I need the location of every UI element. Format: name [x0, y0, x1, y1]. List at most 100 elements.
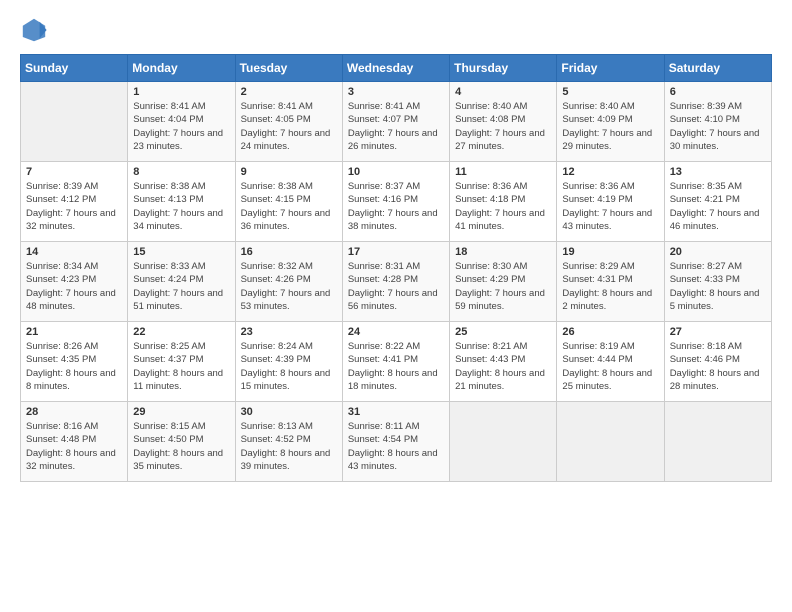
header-monday: Monday	[128, 55, 235, 82]
header-sunday: Sunday	[21, 55, 128, 82]
calendar-table: SundayMondayTuesdayWednesdayThursdayFrid…	[20, 54, 772, 482]
calendar-cell: 5 Sunrise: 8:40 AMSunset: 4:09 PMDayligh…	[557, 82, 664, 162]
header-friday: Friday	[557, 55, 664, 82]
logo	[20, 16, 52, 44]
calendar-cell: 8 Sunrise: 8:38 AMSunset: 4:13 PMDayligh…	[128, 162, 235, 242]
calendar-cell: 21 Sunrise: 8:26 AMSunset: 4:35 PMDaylig…	[21, 322, 128, 402]
calendar-cell: 28 Sunrise: 8:16 AMSunset: 4:48 PMDaylig…	[21, 402, 128, 482]
day-info: Sunrise: 8:33 AMSunset: 4:24 PMDaylight:…	[133, 260, 229, 313]
day-number: 4	[455, 86, 551, 98]
day-info: Sunrise: 8:30 AMSunset: 4:29 PMDaylight:…	[455, 260, 551, 313]
calendar-cell: 16 Sunrise: 8:32 AMSunset: 4:26 PMDaylig…	[235, 242, 342, 322]
day-number: 31	[348, 406, 444, 418]
day-number: 17	[348, 246, 444, 258]
calendar-cell: 7 Sunrise: 8:39 AMSunset: 4:12 PMDayligh…	[21, 162, 128, 242]
day-info: Sunrise: 8:21 AMSunset: 4:43 PMDaylight:…	[455, 340, 551, 393]
calendar-cell: 15 Sunrise: 8:33 AMSunset: 4:24 PMDaylig…	[128, 242, 235, 322]
day-info: Sunrise: 8:38 AMSunset: 4:13 PMDaylight:…	[133, 180, 229, 233]
day-info: Sunrise: 8:19 AMSunset: 4:44 PMDaylight:…	[562, 340, 658, 393]
day-info: Sunrise: 8:34 AMSunset: 4:23 PMDaylight:…	[26, 260, 122, 313]
header-thursday: Thursday	[450, 55, 557, 82]
day-number: 24	[348, 326, 444, 338]
day-info: Sunrise: 8:39 AMSunset: 4:10 PMDaylight:…	[670, 100, 766, 153]
day-info: Sunrise: 8:18 AMSunset: 4:46 PMDaylight:…	[670, 340, 766, 393]
day-number: 20	[670, 246, 766, 258]
calendar-cell: 23 Sunrise: 8:24 AMSunset: 4:39 PMDaylig…	[235, 322, 342, 402]
calendar-cell: 13 Sunrise: 8:35 AMSunset: 4:21 PMDaylig…	[664, 162, 771, 242]
day-number: 21	[26, 326, 122, 338]
calendar-week-4: 28 Sunrise: 8:16 AMSunset: 4:48 PMDaylig…	[21, 402, 772, 482]
calendar-cell: 6 Sunrise: 8:39 AMSunset: 4:10 PMDayligh…	[664, 82, 771, 162]
day-info: Sunrise: 8:36 AMSunset: 4:18 PMDaylight:…	[455, 180, 551, 233]
calendar-cell: 17 Sunrise: 8:31 AMSunset: 4:28 PMDaylig…	[342, 242, 449, 322]
day-number: 8	[133, 166, 229, 178]
calendar-cell	[21, 82, 128, 162]
day-number: 11	[455, 166, 551, 178]
header-wednesday: Wednesday	[342, 55, 449, 82]
day-number: 12	[562, 166, 658, 178]
calendar-cell: 29 Sunrise: 8:15 AMSunset: 4:50 PMDaylig…	[128, 402, 235, 482]
calendar-cell: 2 Sunrise: 8:41 AMSunset: 4:05 PMDayligh…	[235, 82, 342, 162]
calendar-cell: 10 Sunrise: 8:37 AMSunset: 4:16 PMDaylig…	[342, 162, 449, 242]
calendar-cell: 24 Sunrise: 8:22 AMSunset: 4:41 PMDaylig…	[342, 322, 449, 402]
day-number: 13	[670, 166, 766, 178]
day-info: Sunrise: 8:41 AMSunset: 4:04 PMDaylight:…	[133, 100, 229, 153]
day-number: 28	[26, 406, 122, 418]
calendar-cell	[557, 402, 664, 482]
day-info: Sunrise: 8:32 AMSunset: 4:26 PMDaylight:…	[241, 260, 337, 313]
calendar-week-2: 14 Sunrise: 8:34 AMSunset: 4:23 PMDaylig…	[21, 242, 772, 322]
calendar-cell: 18 Sunrise: 8:30 AMSunset: 4:29 PMDaylig…	[450, 242, 557, 322]
day-info: Sunrise: 8:27 AMSunset: 4:33 PMDaylight:…	[670, 260, 766, 313]
day-info: Sunrise: 8:31 AMSunset: 4:28 PMDaylight:…	[348, 260, 444, 313]
day-number: 22	[133, 326, 229, 338]
day-info: Sunrise: 8:40 AMSunset: 4:09 PMDaylight:…	[562, 100, 658, 153]
day-info: Sunrise: 8:36 AMSunset: 4:19 PMDaylight:…	[562, 180, 658, 233]
calendar-cell	[664, 402, 771, 482]
calendar-cell: 11 Sunrise: 8:36 AMSunset: 4:18 PMDaylig…	[450, 162, 557, 242]
calendar-cell: 26 Sunrise: 8:19 AMSunset: 4:44 PMDaylig…	[557, 322, 664, 402]
day-number: 23	[241, 326, 337, 338]
calendar-cell: 27 Sunrise: 8:18 AMSunset: 4:46 PMDaylig…	[664, 322, 771, 402]
day-number: 29	[133, 406, 229, 418]
day-info: Sunrise: 8:11 AMSunset: 4:54 PMDaylight:…	[348, 420, 444, 473]
day-info: Sunrise: 8:26 AMSunset: 4:35 PMDaylight:…	[26, 340, 122, 393]
day-number: 16	[241, 246, 337, 258]
calendar-cell: 4 Sunrise: 8:40 AMSunset: 4:08 PMDayligh…	[450, 82, 557, 162]
day-info: Sunrise: 8:39 AMSunset: 4:12 PMDaylight:…	[26, 180, 122, 233]
day-number: 25	[455, 326, 551, 338]
calendar-week-1: 7 Sunrise: 8:39 AMSunset: 4:12 PMDayligh…	[21, 162, 772, 242]
day-number: 9	[241, 166, 337, 178]
calendar-week-0: 1 Sunrise: 8:41 AMSunset: 4:04 PMDayligh…	[21, 82, 772, 162]
calendar-cell: 19 Sunrise: 8:29 AMSunset: 4:31 PMDaylig…	[557, 242, 664, 322]
day-number: 2	[241, 86, 337, 98]
calendar-cell: 25 Sunrise: 8:21 AMSunset: 4:43 PMDaylig…	[450, 322, 557, 402]
calendar-cell: 30 Sunrise: 8:13 AMSunset: 4:52 PMDaylig…	[235, 402, 342, 482]
day-info: Sunrise: 8:41 AMSunset: 4:05 PMDaylight:…	[241, 100, 337, 153]
day-number: 6	[670, 86, 766, 98]
day-info: Sunrise: 8:41 AMSunset: 4:07 PMDaylight:…	[348, 100, 444, 153]
day-info: Sunrise: 8:16 AMSunset: 4:48 PMDaylight:…	[26, 420, 122, 473]
day-number: 10	[348, 166, 444, 178]
day-number: 27	[670, 326, 766, 338]
header-tuesday: Tuesday	[235, 55, 342, 82]
day-number: 18	[455, 246, 551, 258]
calendar-cell: 12 Sunrise: 8:36 AMSunset: 4:19 PMDaylig…	[557, 162, 664, 242]
calendar-cell: 1 Sunrise: 8:41 AMSunset: 4:04 PMDayligh…	[128, 82, 235, 162]
day-info: Sunrise: 8:38 AMSunset: 4:15 PMDaylight:…	[241, 180, 337, 233]
day-info: Sunrise: 8:24 AMSunset: 4:39 PMDaylight:…	[241, 340, 337, 393]
day-number: 5	[562, 86, 658, 98]
calendar-cell: 14 Sunrise: 8:34 AMSunset: 4:23 PMDaylig…	[21, 242, 128, 322]
page: SundayMondayTuesdayWednesdayThursdayFrid…	[0, 0, 792, 612]
day-number: 14	[26, 246, 122, 258]
calendar-cell: 9 Sunrise: 8:38 AMSunset: 4:15 PMDayligh…	[235, 162, 342, 242]
day-info: Sunrise: 8:22 AMSunset: 4:41 PMDaylight:…	[348, 340, 444, 393]
day-number: 15	[133, 246, 229, 258]
calendar-cell: 20 Sunrise: 8:27 AMSunset: 4:33 PMDaylig…	[664, 242, 771, 322]
header	[20, 16, 772, 44]
day-number: 7	[26, 166, 122, 178]
header-saturday: Saturday	[664, 55, 771, 82]
day-info: Sunrise: 8:29 AMSunset: 4:31 PMDaylight:…	[562, 260, 658, 313]
calendar-week-3: 21 Sunrise: 8:26 AMSunset: 4:35 PMDaylig…	[21, 322, 772, 402]
day-info: Sunrise: 8:25 AMSunset: 4:37 PMDaylight:…	[133, 340, 229, 393]
day-number: 26	[562, 326, 658, 338]
